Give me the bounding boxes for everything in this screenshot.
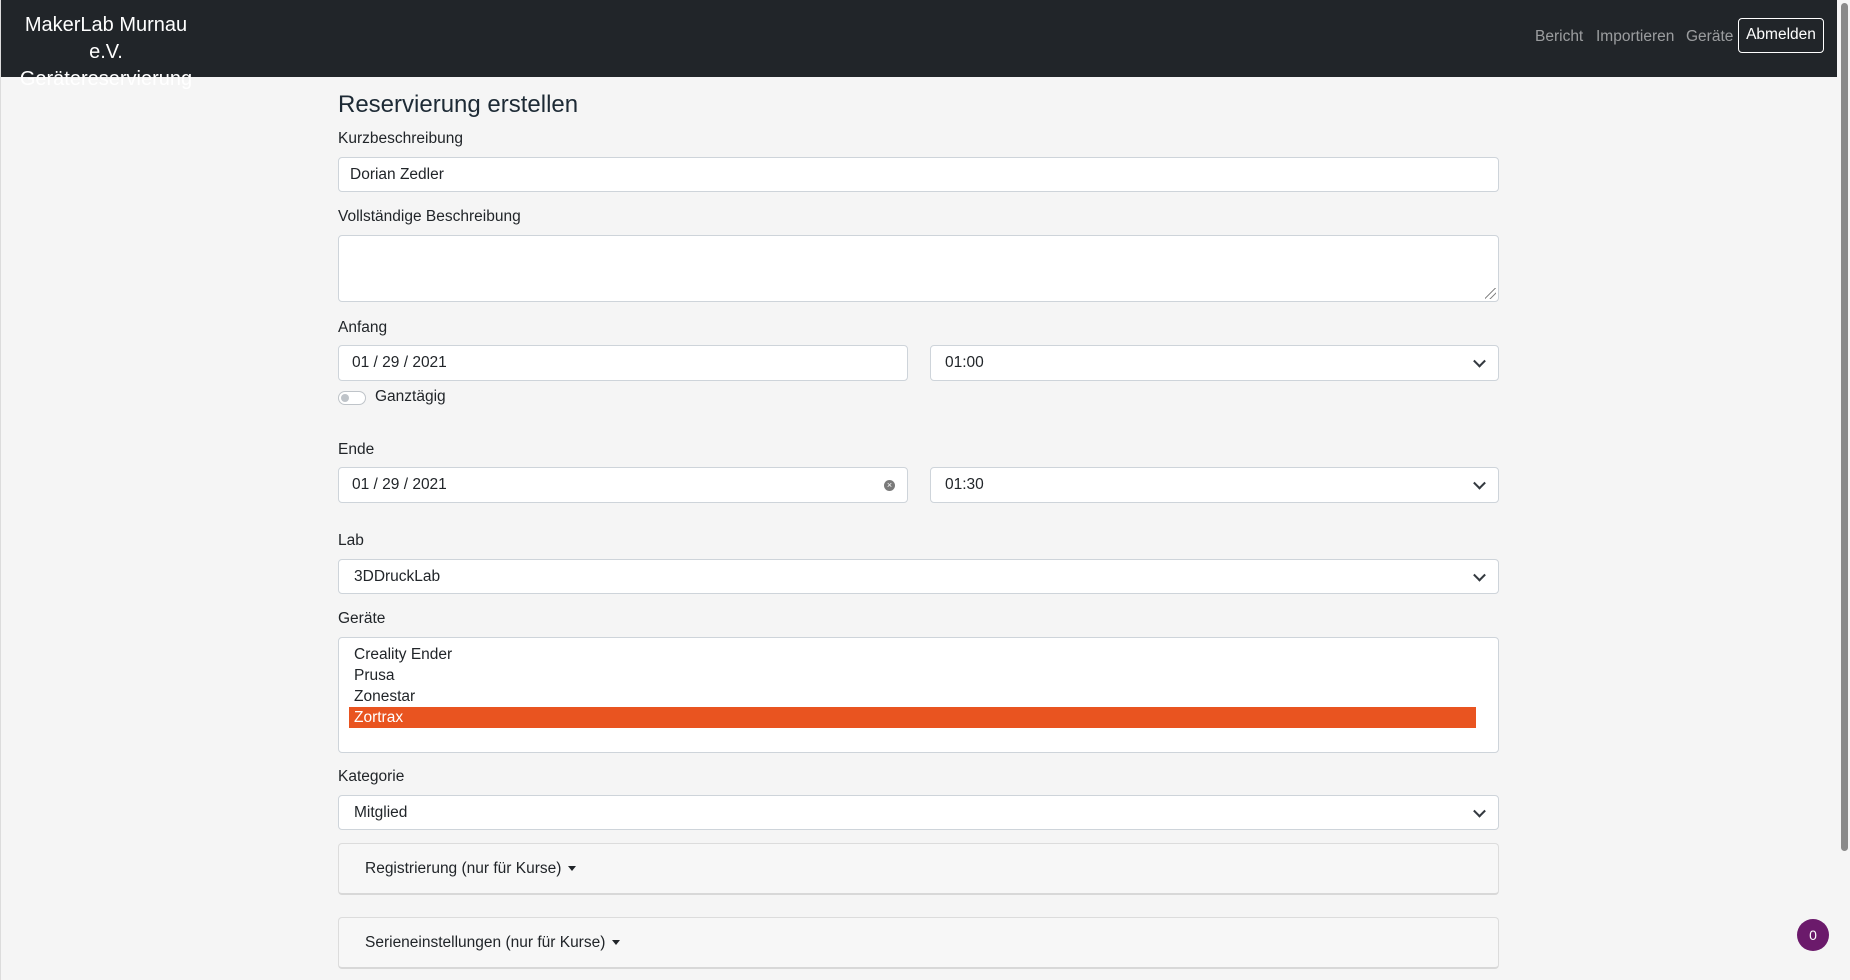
short-description-label: Kurzbeschreibung	[338, 130, 463, 147]
full-description-textarea[interactable]	[338, 235, 1499, 302]
scrollbar-thumb[interactable]	[1841, 3, 1848, 851]
end-date-value: 01 / 29 / 2021	[352, 476, 447, 493]
chevron-down-icon	[1473, 804, 1486, 818]
nav-link-geraete[interactable]: Geräte	[1686, 28, 1733, 46]
device-option[interactable]: Zonestar	[349, 686, 1476, 707]
chevron-down-icon	[1473, 476, 1486, 490]
registration-toggle-button[interactable]: Registrierung (nur für Kurse)	[365, 844, 577, 893]
start-time-value: 01:00	[945, 354, 984, 371]
notification-badge-button[interactable]: 0	[1797, 919, 1829, 951]
page-border	[0, 0, 1, 980]
category-label: Kategorie	[338, 768, 405, 785]
device-option[interactable]: Prusa	[349, 665, 1476, 686]
short-description-value: Dorian Zedler	[350, 165, 444, 183]
end-date-input[interactable]: 01 / 29 / 2021 ×	[338, 467, 908, 503]
caret-down-icon	[612, 940, 621, 945]
start-date-input[interactable]: 01 / 29 / 2021	[338, 345, 908, 381]
devices-listbox[interactable]: Creality Ender Prusa Zonestar Zortrax	[338, 637, 1499, 753]
end-time-select[interactable]: 01:30	[930, 467, 1499, 503]
short-description-input[interactable]: Dorian Zedler	[338, 157, 1499, 192]
brand-subtitle: Gerätereservierung	[19, 68, 193, 90]
chevron-down-icon	[1473, 568, 1486, 582]
top-navbar: MakerLab Murnau e.V. Gerätereservierung …	[1, 0, 1837, 90]
devices-label: Geräte	[338, 610, 386, 627]
end-time-value: 01:30	[945, 476, 984, 493]
end-label: Ende	[338, 441, 375, 458]
page-title: Reservierung erstellen	[338, 91, 579, 118]
start-date-value: 01 / 29 / 2021	[352, 354, 447, 371]
series-label: Serieneinstellungen (nur für Kurse)	[365, 933, 606, 951]
nav-link-importieren[interactable]: Importieren	[1596, 28, 1674, 46]
all-day-label: Ganztägig	[375, 388, 446, 405]
logout-button[interactable]: Abmelden	[1738, 18, 1824, 53]
brand[interactable]: MakerLab Murnau e.V. Gerätereservierung	[12, 12, 200, 93]
series-toggle-button[interactable]: Serieneinstellungen (nur für Kurse)	[365, 918, 621, 967]
toggle-knob	[341, 394, 349, 402]
category-select[interactable]: Mitglied	[338, 795, 1499, 830]
nav-link-bericht[interactable]: Bericht	[1535, 28, 1583, 46]
caret-down-icon	[568, 866, 577, 871]
resize-handle-icon[interactable]	[1485, 288, 1496, 299]
start-time-select[interactable]: 01:00	[930, 345, 1499, 381]
all-day-toggle[interactable]	[338, 391, 366, 405]
device-option[interactable]: Creality Ender	[349, 644, 1476, 665]
start-label: Anfang	[338, 319, 388, 336]
lab-label: Lab	[338, 532, 364, 549]
clear-icon[interactable]: ×	[884, 479, 895, 491]
device-option-selected[interactable]: Zortrax	[349, 707, 1476, 728]
scrollbar[interactable]	[1838, 0, 1850, 980]
registration-label: Registrierung (nur für Kurse)	[365, 859, 562, 877]
registration-section: Registrierung (nur für Kurse)	[338, 843, 1499, 895]
series-section: Serieneinstellungen (nur für Kurse)	[338, 917, 1499, 969]
lab-value: 3DDruckLab	[354, 567, 441, 585]
chevron-down-icon	[1473, 354, 1486, 368]
category-value: Mitglied	[354, 803, 408, 821]
full-description-label: Vollständige Beschreibung	[338, 208, 521, 225]
brand-name: MakerLab Murnau e.V.	[24, 14, 188, 63]
lab-select[interactable]: 3DDruckLab	[338, 559, 1499, 594]
